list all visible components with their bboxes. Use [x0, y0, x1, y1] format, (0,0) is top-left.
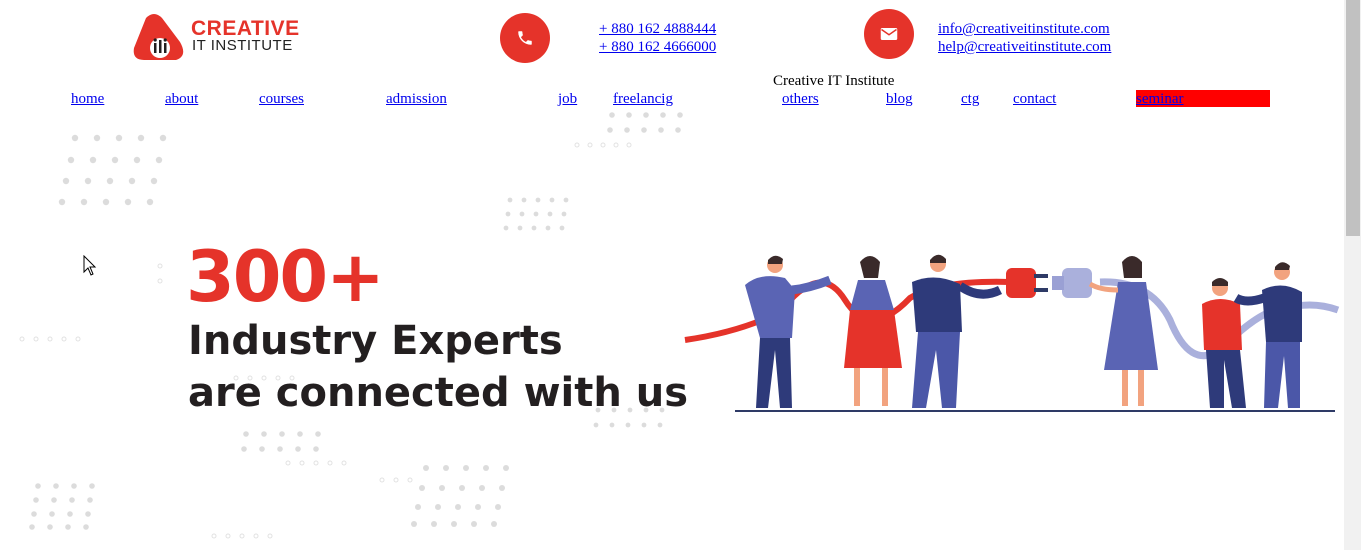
- logo-emblem: [133, 14, 184, 60]
- email-link-help[interactable]: help@creativeitinstitute.com: [938, 38, 1111, 56]
- nav-job[interactable]: job: [558, 91, 577, 108]
- logo-text-institute: IT INSTITUTE: [192, 37, 293, 54]
- nav-contact[interactable]: contact: [1013, 91, 1056, 108]
- site-title: Creative IT Institute: [773, 73, 895, 89]
- mouse-cursor-icon: [83, 255, 97, 276]
- nav-courses[interactable]: courses: [259, 91, 304, 108]
- scrollbar-thumb[interactable]: [1346, 0, 1360, 236]
- nav-seminar[interactable]: seminar: [1136, 91, 1183, 108]
- nav-freelancig[interactable]: freelancig: [613, 91, 673, 108]
- phone-numbers: + 880 162 4888444 + 880 162 4666000: [599, 20, 716, 56]
- phone-circle: [500, 13, 550, 63]
- nav-home[interactable]: home: [71, 91, 104, 108]
- hero-headline-2: are connected with us: [188, 370, 689, 416]
- phone-link-2[interactable]: + 880 162 4666000: [599, 38, 716, 56]
- hero-headline-1: Industry Experts: [188, 318, 563, 364]
- mail-circle: [864, 9, 914, 59]
- envelope-icon: [880, 28, 898, 40]
- email-link-info[interactable]: info@creativeitinstitute.com: [938, 20, 1111, 38]
- nav-admission[interactable]: admission: [386, 91, 447, 108]
- nav-others[interactable]: others: [782, 91, 819, 108]
- nav-about[interactable]: about: [165, 91, 198, 108]
- email-addresses: info@creativeitinstitute.com help@creati…: [938, 20, 1111, 56]
- hero-illustration-people-connecting: [684, 254, 1340, 412]
- phone-link-1[interactable]: + 880 162 4888444: [599, 20, 716, 38]
- hero-number: 300+: [186, 236, 385, 318]
- phone-icon: [518, 31, 532, 45]
- nav-ctg[interactable]: ctg: [961, 91, 979, 108]
- nav-blog[interactable]: blog: [886, 91, 913, 108]
